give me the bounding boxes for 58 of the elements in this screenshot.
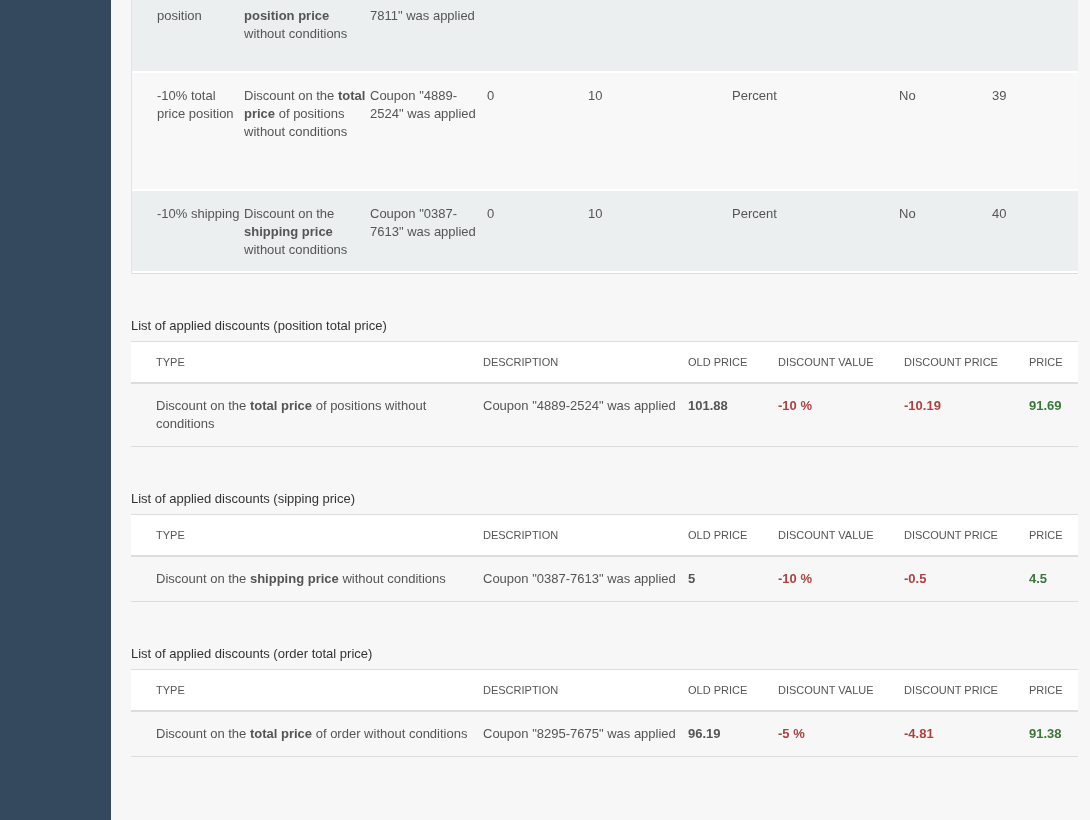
column-header: DISCOUNT PRICE	[904, 514, 1029, 556]
column-header: DISCOUNT VALUE	[778, 669, 904, 711]
table-cell: 91.38	[1029, 711, 1078, 757]
column-header: DESCRIPTION	[483, 341, 688, 383]
table-cell: 91.69	[1029, 383, 1078, 447]
table-cell-text: -10% shipping	[156, 205, 241, 223]
table-cell-text: 0	[487, 205, 496, 223]
table-cell-text: No	[899, 87, 917, 105]
column-header: DISCOUNT PRICE	[904, 669, 1029, 711]
table-cell: 96.19	[688, 711, 778, 757]
table-cell: 4.5	[1029, 556, 1078, 602]
table-cell-text: Discount on the total price of positions without conditions	[244, 87, 367, 141]
table-cell-text: Coupon "4889-2524" was applied	[370, 87, 477, 123]
table-cell: 5	[688, 556, 778, 602]
column-header: DISCOUNT VALUE	[778, 341, 904, 383]
table-cell: Coupon "8295-7675" was applied	[483, 711, 688, 757]
table-cell: Coupon "0387-7613" was applied	[483, 556, 688, 602]
table-cell: Discount on the total price of order without conditions	[131, 711, 483, 757]
table-cell-text: Discount on the shipping price without conditions	[244, 205, 349, 259]
table-cell: Coupon "4889-2524" was applied	[483, 383, 688, 447]
table-cell-text: 10	[588, 205, 604, 223]
column-header: OLD PRICE	[688, 341, 778, 383]
column-header: PRICE	[1029, 514, 1078, 556]
table-cell: -10.19	[904, 383, 1029, 447]
table-cell-text: 40	[992, 205, 1008, 223]
column-header: DESCRIPTION	[483, 669, 688, 711]
table-cell-text: Percent	[732, 205, 778, 223]
column-header: DESCRIPTION	[483, 514, 688, 556]
table-cell: -5 %	[778, 711, 904, 757]
table-cell: Discount on the shipping price without conditions	[131, 556, 483, 602]
column-header: OLD PRICE	[688, 514, 778, 556]
table-cell-text: 39	[992, 87, 1008, 105]
column-header: OLD PRICE	[688, 669, 778, 711]
table-cell: -10 %	[778, 556, 904, 602]
section-title: List of applied discounts (sipping price)	[131, 491, 356, 506]
section-title: List of applied discounts (order total price)	[131, 646, 374, 661]
table-cell-text: 0	[487, 87, 496, 105]
column-header: DISCOUNT VALUE	[778, 514, 904, 556]
column-header: TYPE	[131, 341, 483, 383]
column-header: DISCOUNT PRICE	[904, 341, 1029, 383]
column-header: PRICE	[1029, 669, 1078, 711]
table-cell: -0.5	[904, 556, 1029, 602]
section-title: List of applied discounts (position total price)	[131, 318, 388, 333]
table-cell-text: Coupon "0387-7613" was applied	[370, 205, 477, 241]
table-cell: -4.81	[904, 711, 1029, 757]
table-cell-text: No	[899, 205, 917, 223]
table-cell-text: Percent	[732, 87, 778, 105]
table-cell-text: position	[156, 7, 203, 25]
table-cell-text: 10	[588, 87, 604, 105]
table-cell-text: 7811" was applied	[370, 7, 476, 25]
table-cell: -10 %	[778, 383, 904, 447]
column-header: TYPE	[131, 669, 483, 711]
table-cell-text: -10% total price position	[156, 87, 235, 123]
table-cell: Discount on the total price of positions without conditions	[131, 383, 483, 447]
column-header: PRICE	[1029, 341, 1078, 383]
column-header: TYPE	[131, 514, 483, 556]
table-cell: 101.88	[688, 383, 778, 447]
table-cell-text: position price without conditions	[244, 7, 349, 43]
